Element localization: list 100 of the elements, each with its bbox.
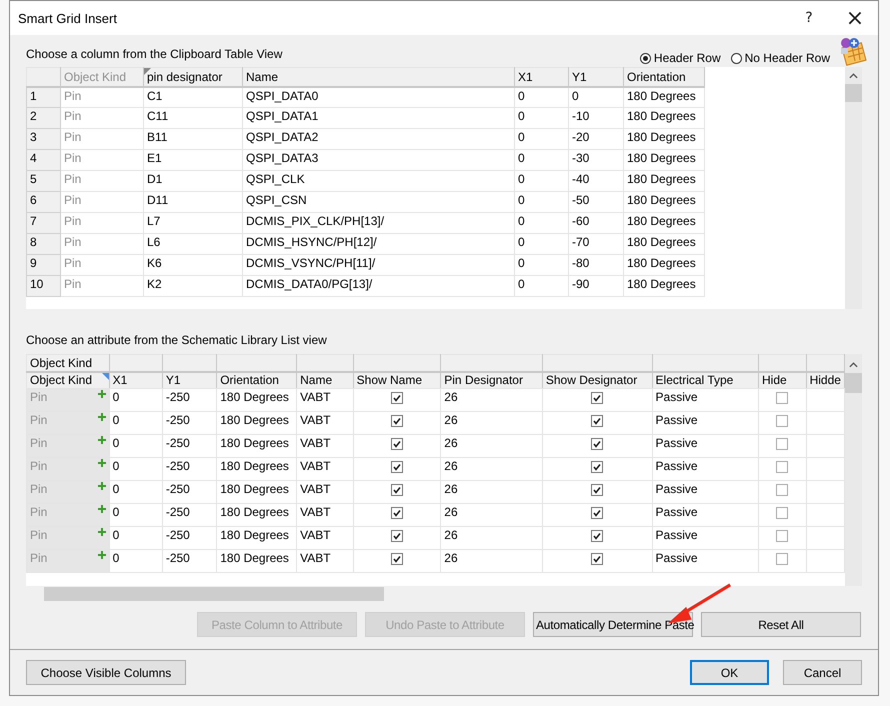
- action-button[interactable]: Automatically Determine Paste: [533, 612, 693, 637]
- table-cell: C11: [144, 108, 242, 128]
- row-number: 10: [26, 276, 60, 296]
- table-cell: 180 Degrees: [216, 458, 297, 480]
- table-cell: Passive: [652, 550, 758, 572]
- help-button[interactable]: ?: [786, 1, 832, 35]
- checkbox[interactable]: [390, 461, 403, 473]
- checkbox[interactable]: [591, 461, 604, 473]
- table-cell: Pin: [60, 128, 144, 150]
- table-cell: 180 Degrees: [216, 480, 297, 504]
- table-cell: 0: [109, 526, 162, 550]
- radio-label[interactable]: No Header Row: [744, 51, 830, 65]
- checkbox[interactable]: [591, 484, 604, 496]
- table-cell: -50: [568, 192, 624, 212]
- checkbox[interactable]: [591, 438, 604, 450]
- row-number: 8: [26, 234, 60, 254]
- scroll-up-icon[interactable]: [849, 73, 858, 79]
- table-cell: 0: [109, 388, 162, 412]
- radio-button[interactable]: [640, 52, 651, 64]
- table-cell: 180 Degrees: [216, 526, 297, 550]
- checkbox[interactable]: [776, 415, 788, 427]
- action-button[interactable]: Reset All: [701, 612, 861, 637]
- checkbox[interactable]: [390, 438, 403, 450]
- table-cell: Pin: [60, 234, 144, 254]
- column-header[interactable]: Y1: [568, 68, 624, 86]
- checkbox[interactable]: [390, 507, 403, 519]
- choose-columns-button[interactable]: Choose Visible Columns: [26, 660, 186, 685]
- table-cell: 180 Degrees: [624, 170, 704, 192]
- table-cell: 180 Degrees: [624, 254, 704, 276]
- table-cell: 180 Degrees: [624, 234, 704, 254]
- checkbox[interactable]: [776, 392, 788, 404]
- table-cell: VABT: [296, 550, 354, 572]
- table-cell: C1: [144, 86, 242, 108]
- row-number: 9: [26, 254, 60, 276]
- table-cell: 0: [514, 86, 568, 108]
- table-cell: 26: [440, 412, 542, 434]
- checkbox[interactable]: [776, 507, 788, 519]
- scroll-up-icon[interactable]: [849, 362, 858, 368]
- row-number: 5: [26, 170, 60, 192]
- table-cell: Passive: [652, 388, 758, 412]
- table-cell: DCMIS_VSYNC/PH[11]/: [242, 254, 514, 276]
- column-header[interactable]: X1: [514, 68, 568, 86]
- table-cell: QSPI_DATA2: [242, 128, 514, 150]
- dialog-button[interactable]: OK: [690, 660, 769, 685]
- checkbox[interactable]: [776, 530, 788, 542]
- row-number: 7: [26, 212, 60, 234]
- table-cell: 0: [109, 434, 162, 458]
- table-cell: -250: [162, 458, 217, 480]
- table-cell: Pin: [30, 413, 48, 427]
- checkbox[interactable]: [390, 530, 403, 542]
- checkbox[interactable]: [390, 415, 403, 427]
- table-cell: Pin: [60, 254, 144, 276]
- radio-button[interactable]: [730, 52, 742, 64]
- table-cell: 180 Degrees: [624, 276, 704, 296]
- table-cell: L6: [144, 234, 242, 254]
- table-cell: E1: [144, 150, 242, 170]
- table-cell: 0: [514, 234, 568, 254]
- table-cell: 26: [440, 504, 542, 526]
- checkbox[interactable]: [776, 461, 788, 473]
- table-cell: 26: [440, 388, 542, 412]
- table-cell: 180 Degrees: [624, 212, 704, 234]
- table-cell: Passive: [652, 480, 758, 504]
- table-cell: 180 Degrees: [216, 504, 297, 526]
- close-button[interactable]: ×: [832, 1, 878, 35]
- table-cell: L7: [144, 212, 242, 234]
- checkbox[interactable]: [776, 484, 788, 496]
- table-cell: 26: [440, 434, 542, 458]
- table-cell: Passive: [652, 526, 758, 550]
- checkbox[interactable]: [390, 392, 403, 404]
- table-cell: 26: [440, 526, 542, 550]
- scroll-thumb[interactable]: [845, 84, 862, 102]
- row-number: 2: [26, 108, 60, 128]
- table-cell: VABT: [296, 388, 354, 412]
- checkbox[interactable]: [591, 530, 604, 542]
- checkbox[interactable]: [591, 507, 604, 519]
- table-cell: 26: [440, 550, 542, 572]
- table-cell: Passive: [652, 434, 758, 458]
- checkbox[interactable]: [591, 553, 604, 565]
- row-number: 4: [26, 150, 60, 170]
- vertical-scrollbar[interactable]: [845, 354, 862, 586]
- checkbox[interactable]: [776, 438, 788, 450]
- group-header: Object Kind: [26, 354, 110, 372]
- checkbox[interactable]: [591, 392, 604, 404]
- vertical-scrollbar[interactable]: [845, 67, 862, 309]
- table-cell: QSPI_DATA3: [242, 150, 514, 170]
- radio-label[interactable]: Header Row: [654, 51, 721, 65]
- column-header[interactable]: Orientation: [624, 68, 704, 86]
- checkbox[interactable]: [390, 553, 403, 565]
- table-cell: DCMIS_DATA0/PG[13]/: [242, 276, 514, 296]
- table-cell: VABT: [296, 504, 354, 526]
- checkbox[interactable]: [390, 484, 403, 496]
- checkbox[interactable]: [776, 553, 788, 565]
- table-cell: -250: [162, 388, 217, 412]
- checkbox[interactable]: [591, 415, 604, 427]
- scroll-thumb[interactable]: [845, 373, 862, 393]
- column-header[interactable]: Name: [242, 68, 514, 86]
- table-cell: 0: [109, 480, 162, 504]
- column-header[interactable]: pin designator: [144, 68, 242, 86]
- table-cell: VABT: [296, 458, 354, 480]
- dialog-button[interactable]: Cancel: [783, 660, 862, 685]
